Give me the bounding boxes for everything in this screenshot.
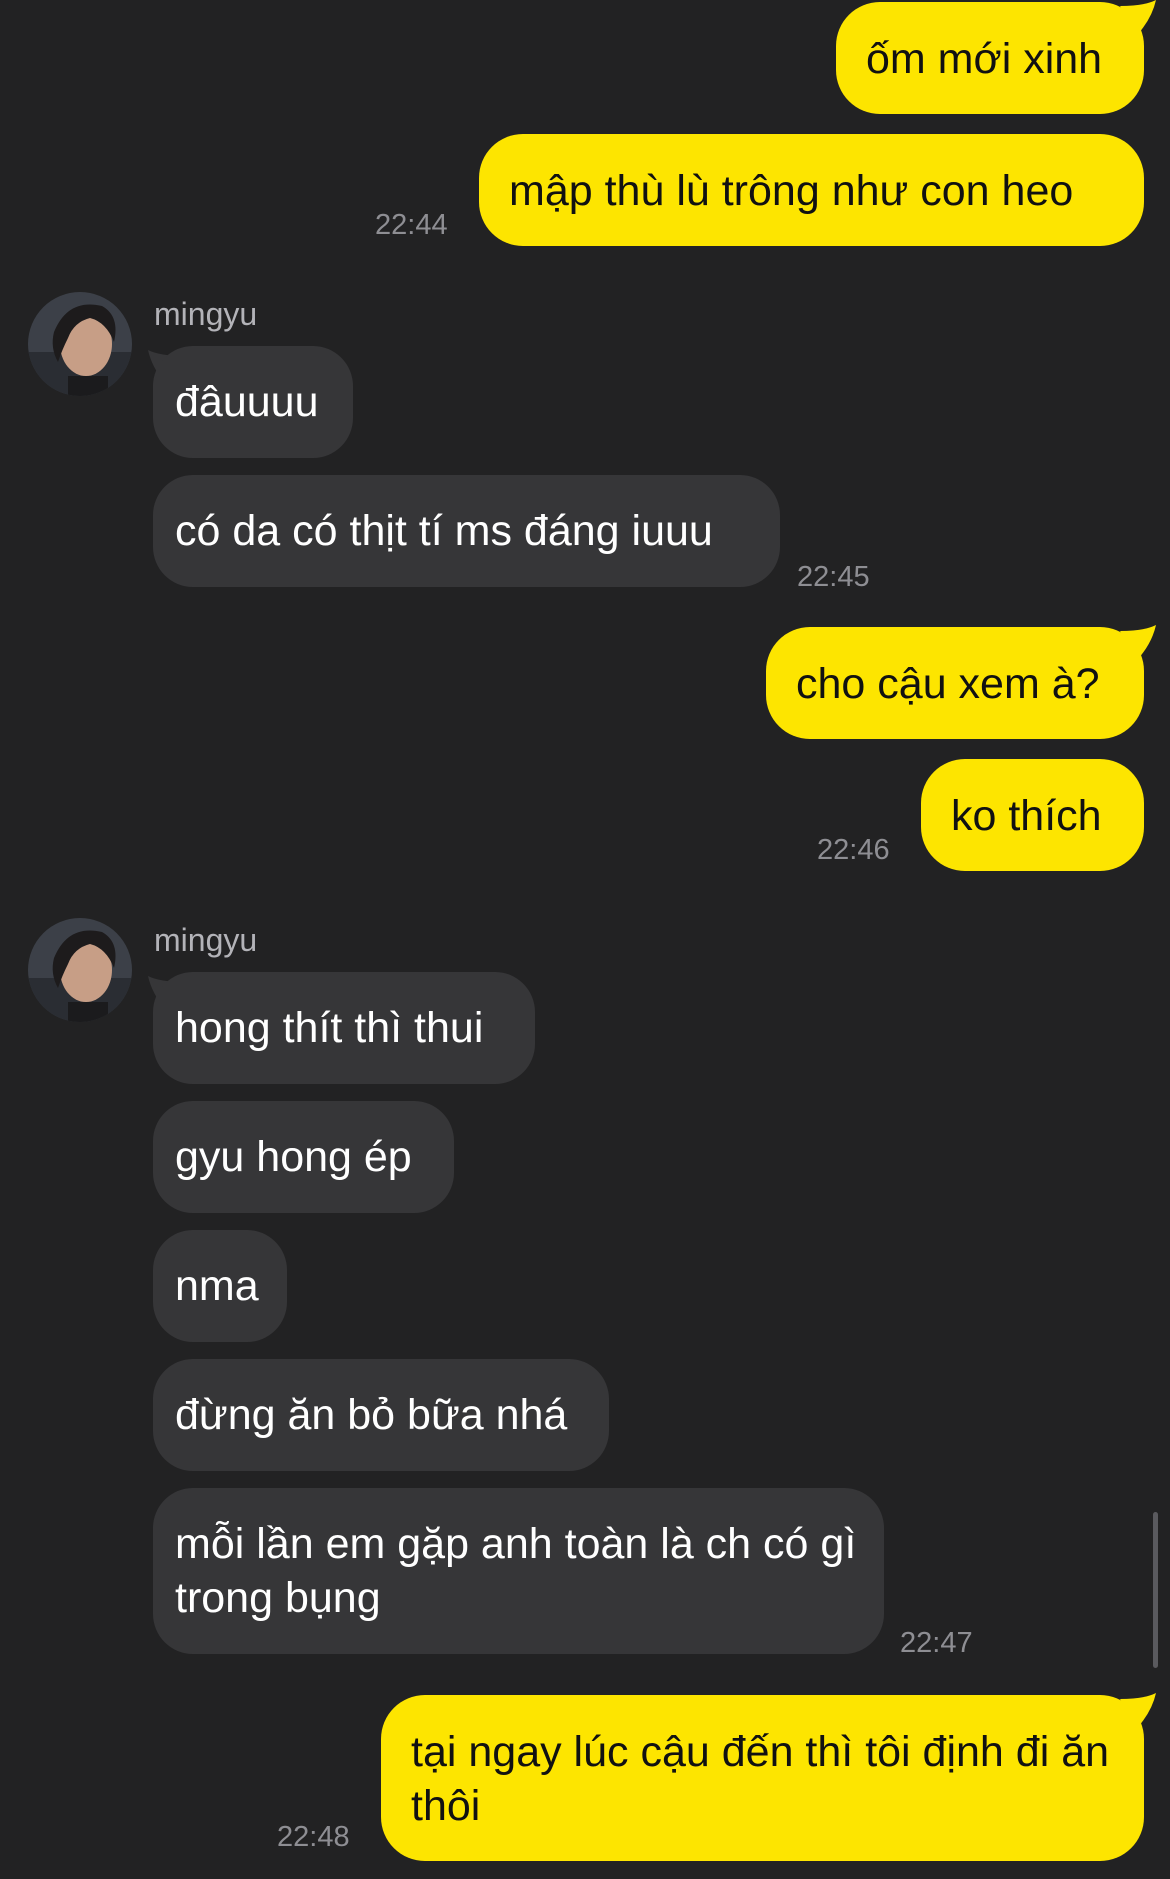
contact-name: mingyu bbox=[154, 922, 258, 958]
message-bubble-mine[interactable]: cho cậu xem à? bbox=[766, 627, 1144, 739]
bubble-tail bbox=[1120, 1693, 1156, 1727]
profile-photo-icon bbox=[28, 918, 132, 1022]
bubble-tail bbox=[1120, 625, 1156, 659]
message-bubble-mine[interactable]: tại ngay lúc cậu đến thì tôi định đi ăn … bbox=[381, 1695, 1144, 1861]
message-bubble-mine[interactable]: ốm mới xinh bbox=[836, 2, 1144, 114]
message-timestamp: 22:44 bbox=[375, 209, 448, 241]
message-bubble-theirs[interactable]: có da có thịt tí ms đáng iuuu bbox=[153, 475, 780, 587]
message-bubble-mine[interactable]: ko thích bbox=[921, 759, 1144, 871]
bubble-tail bbox=[1120, 0, 1156, 34]
message-bubble-theirs[interactable]: gyu hong ép bbox=[153, 1101, 454, 1213]
message-bubble-mine[interactable]: mập thù lù trông như con heo bbox=[479, 134, 1144, 246]
message-bubble-theirs[interactable]: mỗi lần em gặp anh toàn là ch có gì tron… bbox=[153, 1488, 884, 1654]
message-bubble-theirs[interactable]: đâuuuu bbox=[153, 346, 353, 458]
scrollbar[interactable] bbox=[1153, 1512, 1158, 1668]
message-timestamp: 22:45 bbox=[797, 561, 870, 593]
contact-avatar[interactable] bbox=[28, 918, 132, 1022]
message-bubble-theirs[interactable]: hong thít thì thui bbox=[153, 972, 535, 1084]
message-timestamp: 22:47 bbox=[900, 1627, 973, 1659]
message-bubble-theirs[interactable]: nma bbox=[153, 1230, 287, 1342]
message-bubble-theirs[interactable]: đừng ăn bỏ bữa nhá bbox=[153, 1359, 609, 1471]
profile-photo-icon bbox=[28, 292, 132, 396]
message-timestamp: 22:48 bbox=[277, 1821, 350, 1853]
message-timestamp: 22:46 bbox=[817, 834, 890, 866]
contact-avatar[interactable] bbox=[28, 292, 132, 396]
contact-name: mingyu bbox=[154, 296, 258, 332]
